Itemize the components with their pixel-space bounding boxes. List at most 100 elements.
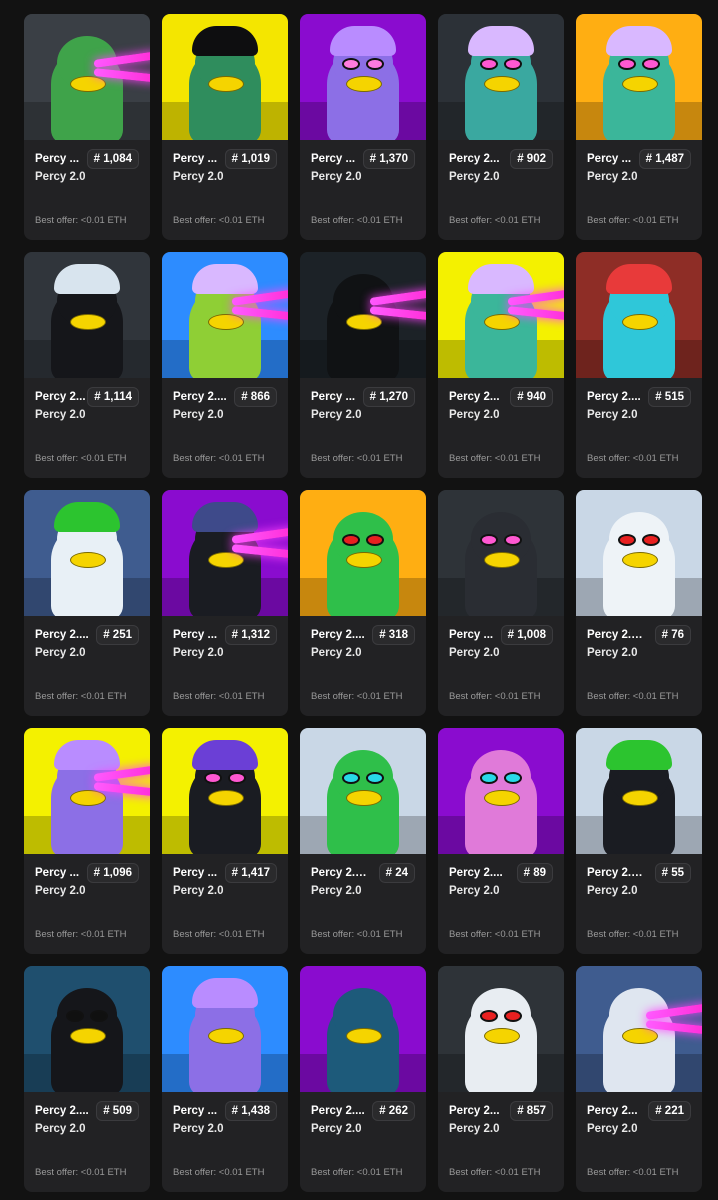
nft-name[interactable]: Percy 2... [35,391,86,403]
nft-name[interactable]: Percy 2.0... [587,629,645,641]
collection-name[interactable]: Percy 2.0 [173,1123,277,1135]
nft-name[interactable]: Percy ... [173,629,217,641]
nft-name[interactable]: Percy ... [587,153,631,165]
collection-name[interactable]: Percy 2.0 [311,171,415,183]
nft-name[interactable]: Percy 2.0... [311,867,369,879]
nft-name[interactable]: Percy ... [35,153,79,165]
collection-name[interactable]: Percy 2.0 [449,1123,553,1135]
nft-card[interactable]: Percy 2... # 221 Percy 2.0 Best offer: <0.0… [576,966,702,1192]
nft-image[interactable] [162,728,288,854]
nft-name[interactable]: Percy 2.... [35,1105,89,1117]
nft-card[interactable]: Percy ... # 1,019 Percy 2.0 Best offer: <0.… [162,14,288,240]
nft-card[interactable]: Percy 2.... # 89 Percy 2.0 Best offer: <0.0… [438,728,564,954]
nft-image[interactable] [300,490,426,616]
collection-name[interactable]: Percy 2.0 [311,647,415,659]
nft-card[interactable]: Percy 2... # 1,114 Percy 2.0 Best offer: <0… [24,252,150,478]
nft-image[interactable] [24,252,150,378]
collection-name[interactable]: Percy 2.0 [587,409,691,421]
nft-name[interactable]: Percy ... [35,867,79,879]
nft-image[interactable] [576,14,702,140]
collection-name[interactable]: Percy 2.0 [173,647,277,659]
nft-image[interactable] [438,14,564,140]
nft-image[interactable] [24,728,150,854]
nft-image[interactable] [576,966,702,1092]
nft-name[interactable]: Percy ... [449,629,493,641]
collection-name[interactable]: Percy 2.0 [587,885,691,897]
collection-name[interactable]: Percy 2.0 [173,885,277,897]
nft-card[interactable]: Percy ... # 1,312 Percy 2.0 Best offer: <0.… [162,490,288,716]
collection-name[interactable]: Percy 2.0 [173,171,277,183]
nft-name[interactable]: Percy ... [173,1105,217,1117]
nft-image[interactable] [24,14,150,140]
nft-card[interactable]: Percy ... # 1,370 Percy 2.0 Best offer: <0.… [300,14,426,240]
collection-name[interactable]: Percy 2.0 [35,647,139,659]
nft-image[interactable] [438,490,564,616]
nft-card[interactable]: Percy ... # 1,270 Percy 2.0 Best offer: <0.… [300,252,426,478]
nft-image[interactable] [300,728,426,854]
nft-name[interactable]: Percy 2.... [311,629,365,641]
nft-image[interactable] [300,966,426,1092]
collection-name[interactable]: Percy 2.0 [35,409,139,421]
nft-name[interactable]: Percy ... [173,867,217,879]
nft-card[interactable]: Percy ... # 1,084 Percy 2.0 Best offer: <0.… [24,14,150,240]
nft-name[interactable]: Percy 2.... [449,867,503,879]
nft-image[interactable] [300,14,426,140]
collection-name[interactable]: Percy 2.0 [449,409,553,421]
nft-name[interactable]: Percy 2.... [35,629,89,641]
nft-image[interactable] [162,966,288,1092]
collection-name[interactable]: Percy 2.0 [587,1123,691,1135]
nft-image[interactable] [24,966,150,1092]
collection-name[interactable]: Percy 2.0 [311,1123,415,1135]
collection-name[interactable]: Percy 2.0 [311,409,415,421]
nft-name[interactable]: Percy ... [311,153,355,165]
nft-card[interactable]: Percy ... # 1,438 Percy 2.0 Best offer: <0.… [162,966,288,1192]
nft-card[interactable]: Percy 2.0... # 76 Percy 2.0 Best offer: <0.… [576,490,702,716]
nft-name[interactable]: Percy 2... [587,1105,638,1117]
nft-name[interactable]: Percy 2.... [311,1105,365,1117]
nft-image[interactable] [162,490,288,616]
nft-card[interactable]: Percy 2.... # 509 Percy 2.0 Best offer: <0.… [24,966,150,1192]
collection-name[interactable]: Percy 2.0 [35,171,139,183]
nft-name[interactable]: Percy 2... [449,1105,500,1117]
nft-card[interactable]: Percy 2... # 902 Percy 2.0 Best offer: <0.0… [438,14,564,240]
nft-name[interactable]: Percy ... [311,391,355,403]
nft-name[interactable]: Percy 2... [449,391,500,403]
nft-image[interactable] [576,252,702,378]
nft-card[interactable]: Percy ... # 1,096 Percy 2.0 Best offer: <0.… [24,728,150,954]
nft-card[interactable]: Percy 2.0... # 55 Percy 2.0 Best offer: <0.… [576,728,702,954]
nft-card[interactable]: Percy 2... # 940 Percy 2.0 Best offer: <0.0… [438,252,564,478]
nft-card[interactable]: Percy 2.0... # 24 Percy 2.0 Best offer: <0.… [300,728,426,954]
nft-image[interactable] [576,490,702,616]
nft-image[interactable] [300,252,426,378]
nft-card[interactable]: Percy 2.... # 318 Percy 2.0 Best offer: <0.… [300,490,426,716]
nft-image[interactable] [162,14,288,140]
nft-card[interactable]: Percy ... # 1,008 Percy 2.0 Best offer: <0.… [438,490,564,716]
nft-card[interactable]: Percy 2.... # 515 Percy 2.0 Best offer: <0.… [576,252,702,478]
collection-name[interactable]: Percy 2.0 [449,171,553,183]
collection-name[interactable]: Percy 2.0 [311,885,415,897]
collection-name[interactable]: Percy 2.0 [449,647,553,659]
collection-name[interactable]: Percy 2.0 [587,647,691,659]
nft-image[interactable] [438,966,564,1092]
nft-name[interactable]: Percy 2.0... [587,867,645,879]
nft-name[interactable]: Percy ... [173,153,217,165]
nft-image[interactable] [576,728,702,854]
nft-image[interactable] [162,252,288,378]
nft-image[interactable] [438,728,564,854]
collection-name[interactable]: Percy 2.0 [173,409,277,421]
nft-name[interactable]: Percy 2... [449,153,500,165]
collection-name[interactable]: Percy 2.0 [449,885,553,897]
collection-name[interactable]: Percy 2.0 [587,171,691,183]
nft-card[interactable]: Percy ... # 1,487 Percy 2.0 Best offer: <0.… [576,14,702,240]
nft-name[interactable]: Percy 2.... [173,391,227,403]
nft-card[interactable]: Percy 2.... # 262 Percy 2.0 Best offer: <0.… [300,966,426,1192]
nft-card[interactable]: Percy 2.... # 251 Percy 2.0 Best offer: <0.… [24,490,150,716]
nft-image[interactable] [24,490,150,616]
collection-name[interactable]: Percy 2.0 [35,885,139,897]
nft-image[interactable] [438,252,564,378]
nft-card[interactable]: Percy 2... # 857 Percy 2.0 Best offer: <0.0… [438,966,564,1192]
nft-name[interactable]: Percy 2.... [587,391,641,403]
collection-name[interactable]: Percy 2.0 [35,1123,139,1135]
nft-card[interactable]: Percy ... # 1,417 Percy 2.0 Best offer: <0.… [162,728,288,954]
nft-card[interactable]: Percy 2.... # 866 Percy 2.0 Best offer: <0.… [162,252,288,478]
